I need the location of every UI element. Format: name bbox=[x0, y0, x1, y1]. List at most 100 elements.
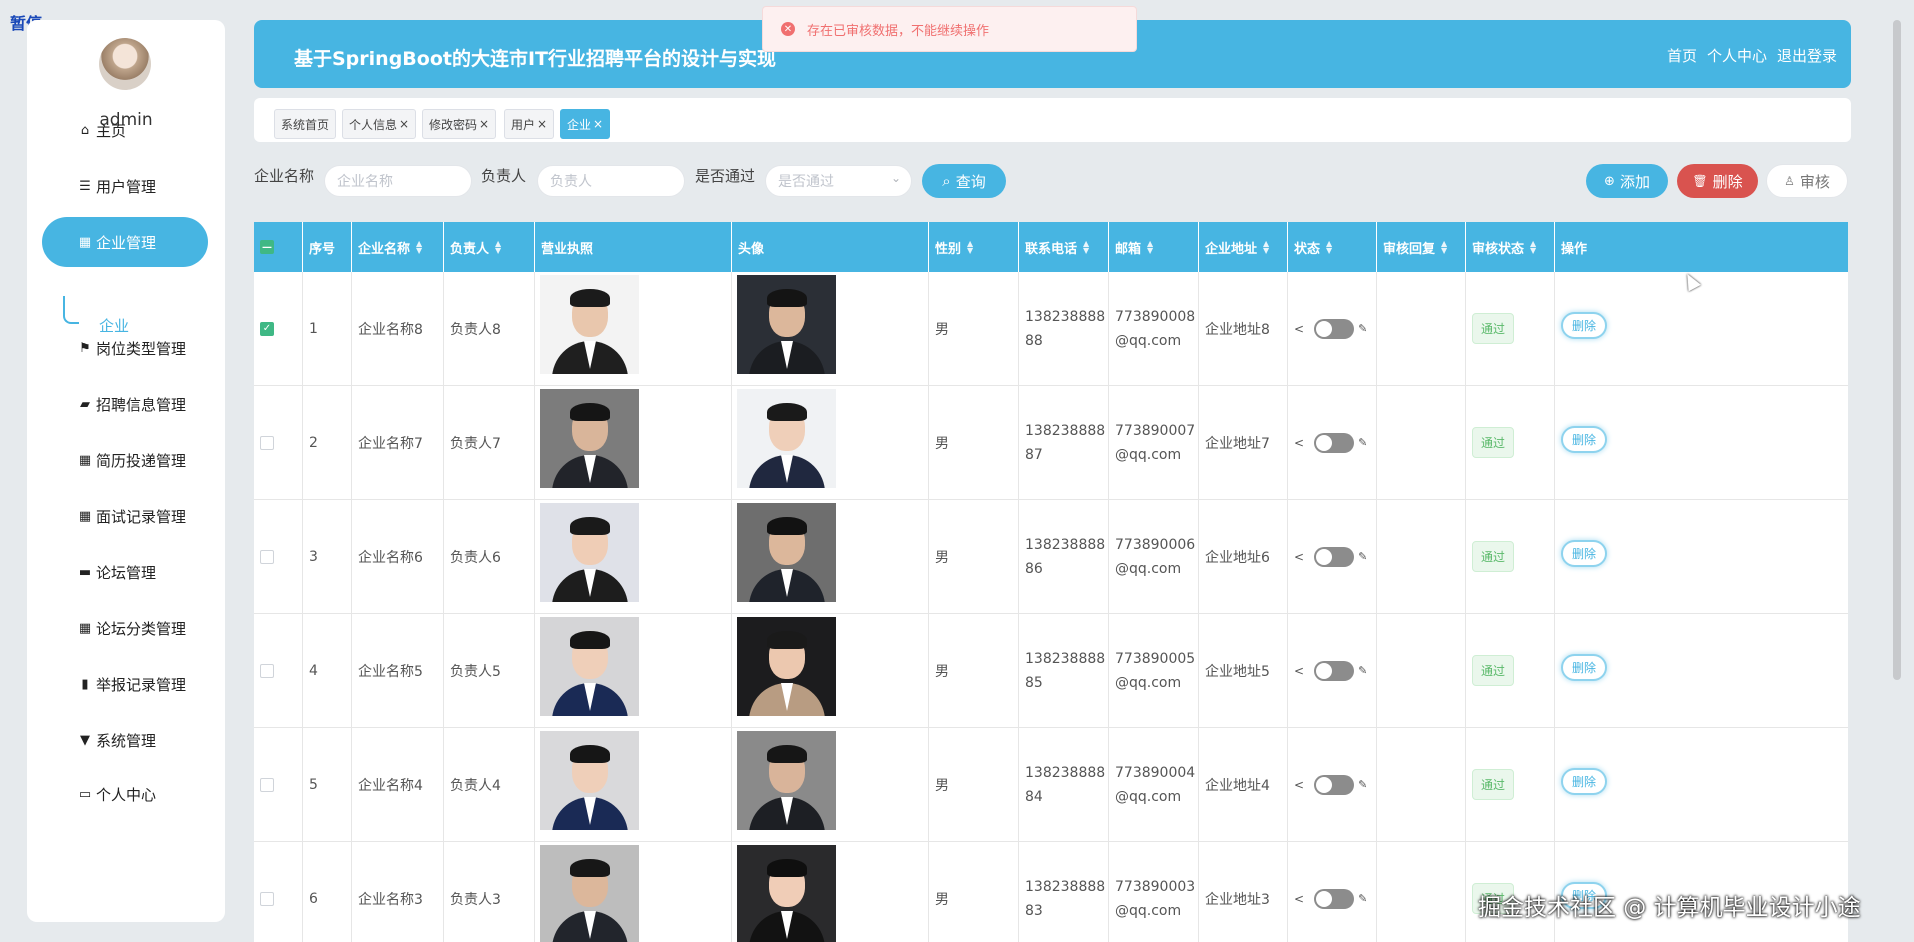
gender: 男 bbox=[935, 777, 949, 794]
edit-icon[interactable]: ✎ bbox=[1358, 322, 1367, 335]
row-delete-button[interactable]: 删除 bbox=[1561, 540, 1608, 567]
edit-icon[interactable]: ✎ bbox=[1358, 664, 1367, 677]
close-icon[interactable]: × bbox=[479, 117, 489, 131]
avatar-image[interactable] bbox=[737, 617, 836, 716]
avatar-image[interactable] bbox=[737, 275, 836, 374]
add-button[interactable]: ⊕ 添加 bbox=[1586, 164, 1668, 198]
header-reply[interactable]: 审核回复 ▲ ▼ bbox=[1377, 222, 1466, 272]
nav-profile-link[interactable]: 个人中心 bbox=[1707, 45, 1767, 66]
header-email[interactable]: 邮箱 ▲ ▼ bbox=[1109, 222, 1199, 272]
header-address[interactable]: 企业地址 ▲ ▼ bbox=[1199, 222, 1288, 272]
phone-text: 138238888 85 bbox=[1025, 647, 1105, 695]
tab-4[interactable]: 企业 × bbox=[560, 109, 611, 139]
table-row[interactable]: 5 企业名称4 负责人4 男 138238888 84 773890004 @qq.com 企业… bbox=[254, 728, 1848, 842]
edit-icon[interactable]: ✎ bbox=[1358, 778, 1367, 791]
tab-3[interactable]: 用户 × bbox=[504, 109, 555, 139]
row-checkbox[interactable] bbox=[260, 891, 274, 906]
close-icon[interactable]: × bbox=[399, 117, 409, 131]
row-checkbox[interactable] bbox=[260, 663, 274, 678]
address-cell: 企业地址5 bbox=[1199, 614, 1288, 727]
status-toggle[interactable] bbox=[1314, 888, 1355, 909]
table-row[interactable]: 4 企业名称5 负责人5 男 138238888 85 773890005 @qq.com 企业… bbox=[254, 614, 1848, 728]
email-text: 773890008 @qq.com bbox=[1115, 305, 1195, 353]
page-scrollbar[interactable] bbox=[1893, 20, 1901, 680]
sidebar-item-7[interactable]: ▬ 论坛管理 bbox=[42, 547, 208, 597]
header-license[interactable]: 营业执照 bbox=[535, 222, 732, 272]
header-avatar[interactable]: 头像 bbox=[732, 222, 929, 272]
header-phone[interactable]: 联系电话 ▲ ▼ bbox=[1019, 222, 1109, 272]
license-image[interactable] bbox=[540, 389, 639, 488]
header-manager[interactable]: 负责人 ▲ ▼ bbox=[444, 222, 535, 272]
close-icon[interactable]: × bbox=[537, 117, 547, 131]
manager-search-input[interactable]: 负责人 bbox=[537, 165, 685, 197]
license-image[interactable] bbox=[540, 503, 639, 602]
header-gender[interactable]: 性别 ▲ ▼ bbox=[929, 222, 1019, 272]
sidebar-item-0[interactable]: ⌂ 主页 bbox=[42, 105, 208, 155]
sidebar-item-8[interactable]: ▦ 论坛分类管理 bbox=[42, 603, 208, 653]
status-toggle[interactable] bbox=[1314, 432, 1355, 453]
license-image[interactable] bbox=[540, 275, 639, 374]
avatar-image[interactable] bbox=[737, 389, 836, 488]
row-delete-button[interactable]: 删除 bbox=[1561, 312, 1608, 339]
nav-home-link[interactable]: 首页 bbox=[1667, 45, 1697, 66]
sidebar-item-4[interactable]: ▰ 招聘信息管理 bbox=[42, 379, 208, 429]
status-toggle[interactable] bbox=[1314, 318, 1355, 339]
share-icon: < bbox=[1294, 891, 1305, 906]
header-status[interactable]: 状态 ▲ ▼ bbox=[1288, 222, 1377, 272]
row-checkbox[interactable]: ✓ bbox=[260, 321, 274, 336]
select-all-checkbox[interactable]: — bbox=[260, 240, 274, 254]
tab-1[interactable]: 个人信息 × bbox=[342, 109, 417, 139]
edit-icon[interactable]: ✎ bbox=[1358, 892, 1367, 905]
email-line: @qq.com bbox=[1115, 902, 1182, 919]
tab-2[interactable]: 修改密码 × bbox=[422, 109, 497, 139]
sidebar-item-11[interactable]: ▭ 个人中心 bbox=[42, 769, 208, 819]
delete-button[interactable]: 🗑 删除 bbox=[1677, 164, 1758, 198]
status-badge: 通过 bbox=[1472, 769, 1515, 800]
header-index[interactable]: 序号 bbox=[303, 222, 352, 272]
close-icon[interactable]: × bbox=[593, 117, 603, 131]
row-delete-button[interactable]: 删除 bbox=[1561, 654, 1608, 681]
status-toggle[interactable] bbox=[1314, 660, 1355, 681]
avatar[interactable] bbox=[99, 38, 151, 90]
status-toggle[interactable] bbox=[1314, 546, 1355, 567]
table-row[interactable]: 3 企业名称6 负责人6 男 138238888 86 773890006 @qq.com 企业… bbox=[254, 500, 1848, 614]
license-image[interactable] bbox=[540, 731, 639, 830]
license-image[interactable] bbox=[540, 845, 639, 942]
query-button[interactable]: ⌕ 查询 bbox=[922, 164, 1006, 198]
address: 企业地址5 bbox=[1205, 663, 1270, 680]
table-row[interactable]: 2 企业名称7 负责人7 男 138238888 87 773890007 @qq.com 企业… bbox=[254, 386, 1848, 500]
table-row[interactable]: ✓ 1 企业名称8 负责人8 男 138238888 88 773890008 @qq.com 企… bbox=[254, 272, 1848, 386]
sidebar-item-9[interactable]: ▮ 举报记录管理 bbox=[42, 659, 208, 709]
manager-cell: 负责人5 bbox=[444, 614, 535, 727]
sidebar-item-2[interactable]: ▦ 企业管理 bbox=[42, 217, 208, 267]
sidebar-item-10[interactable]: ▼ 系统管理 bbox=[42, 715, 208, 765]
gender: 男 bbox=[935, 891, 949, 908]
row-checkbox[interactable] bbox=[260, 549, 274, 564]
row-delete-button[interactable]: 删除 bbox=[1561, 768, 1608, 795]
manager-cell: 负责人7 bbox=[444, 386, 535, 499]
tab-0[interactable]: 系统首页 bbox=[274, 109, 337, 139]
email-line: 773890008 bbox=[1115, 308, 1196, 325]
sidebar-item-6[interactable]: ▦ 面试记录管理 bbox=[42, 491, 208, 541]
license-image[interactable] bbox=[540, 617, 639, 716]
avatar-image[interactable] bbox=[737, 503, 836, 602]
company-cell: 企业名称7 bbox=[352, 386, 444, 499]
header-company[interactable]: 企业名称 ▲ ▼ bbox=[352, 222, 444, 272]
submenu-item-company[interactable]: 企业 bbox=[99, 315, 129, 336]
row-checkbox[interactable] bbox=[260, 435, 274, 450]
header-audit-status[interactable]: 审核状态 ▲ ▼ bbox=[1466, 222, 1555, 272]
row-checkbox[interactable] bbox=[260, 777, 274, 792]
sidebar-item-1[interactable]: ☰ 用户管理 bbox=[42, 161, 208, 211]
nav-logout-link[interactable]: 退出登录 bbox=[1777, 45, 1837, 66]
edit-icon[interactable]: ✎ bbox=[1358, 550, 1367, 563]
approved-select[interactable]: 是否通过 ⌄ bbox=[765, 165, 912, 197]
audit-button[interactable]: ♙ 审核 bbox=[1766, 164, 1848, 198]
row-delete-button[interactable]: 删除 bbox=[1561, 426, 1608, 453]
status-toggle[interactable] bbox=[1314, 774, 1355, 795]
avatar-image[interactable] bbox=[737, 845, 836, 942]
edit-icon[interactable]: ✎ bbox=[1358, 436, 1367, 449]
sidebar-item-5[interactable]: ▦ 简历投递管理 bbox=[42, 435, 208, 485]
company-search-input[interactable]: 企业名称 bbox=[324, 165, 472, 197]
avatar-image[interactable] bbox=[737, 731, 836, 830]
phone-line: 85 bbox=[1025, 674, 1043, 691]
